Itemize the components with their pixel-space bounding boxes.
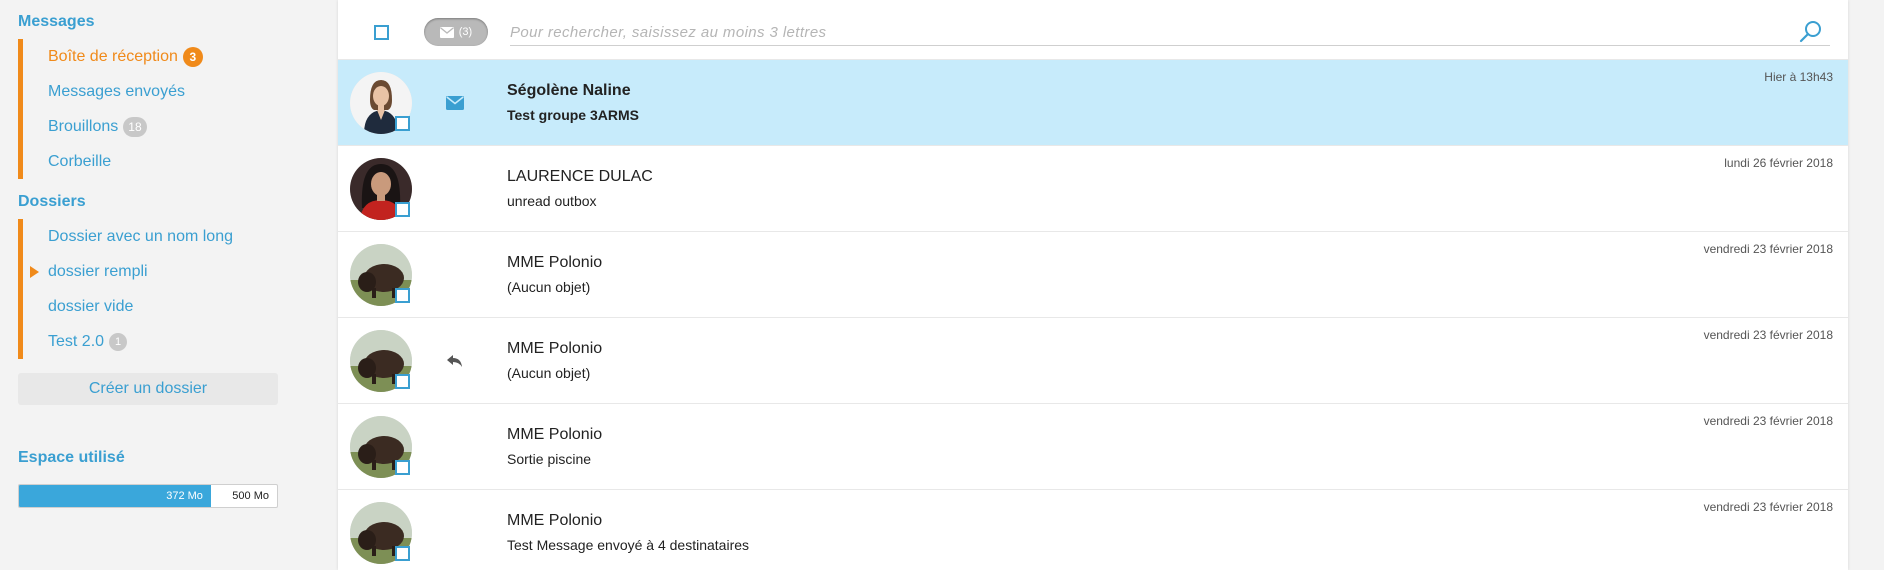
sidebar-item-folder-test[interactable]: Test 2.0 1 [23,324,278,359]
unread-count: (3) [458,26,473,38]
folder-count-badge: 1 [109,332,128,351]
storage-quota-fill: 372 Mo [19,485,211,507]
message-subject: (Aucun objet) [507,365,591,381]
message-row[interactable]: MME Polonio (Aucun objet) vendredi 23 fé… [338,318,1848,404]
message-row[interactable]: LAURENCE DULAC unread outbox lundi 26 fé… [338,146,1848,232]
message-subject: (Aucun objet) [507,279,591,295]
drafts-count-badge: 18 [123,116,147,137]
inbox-unread-badge: 3 [182,46,203,67]
sidebar-item-label: Boîte de réception [48,48,178,65]
row-checkbox[interactable] [395,202,410,217]
message-subject: Test Message envoyé à 4 destinataires [507,537,750,553]
create-folder-button[interactable]: Créer un dossier [18,373,278,405]
message-sender: LAURENCE DULAC [507,168,653,185]
message-subject: Test groupe 3ARMS [507,107,639,123]
select-all-checkbox[interactable] [374,25,389,40]
reply-icon [447,355,462,367]
message-date: vendredi 23 février 2018 [1703,328,1833,342]
folders-section-title: Dossiers [18,193,86,210]
messages-section-title: Messages [18,13,95,30]
sidebar-item-folder-empty[interactable]: dossier vide [23,289,278,324]
sidebar-item-folder-long-name[interactable]: Dossier avec un nom long [23,219,278,254]
row-checkbox[interactable] [395,116,410,131]
sidebar-item-label: Dossier avec un nom long [48,228,233,245]
message-sender: MME Polonio [507,254,603,271]
sidebar-item-label: dossier vide [48,298,134,315]
sidebar-item-label: Corbeille [48,153,112,170]
search-input[interactable] [510,19,1830,46]
folders-nav-group: Dossier avec un nom long dossier rempli … [18,219,278,359]
message-row[interactable]: MME Polonio Test Message envoyé à 4 dest… [338,490,1848,570]
message-row[interactable]: MME Polonio Sortie piscine vendredi 23 f… [338,404,1848,490]
message-date: vendredi 23 février 2018 [1703,414,1833,428]
envelope-icon [446,96,464,110]
message-subject: unread outbox [507,193,597,209]
space-used-title: Espace utilisé [18,449,125,466]
message-row[interactable]: Ségolène Naline Test groupe 3ARMS Hier à… [338,60,1848,146]
sidebar-item-drafts[interactable]: Brouillons 18 [23,109,278,144]
message-sender: MME Polonio [507,512,603,529]
message-sender: MME Polonio [507,340,603,357]
storage-quota-bar: 372 Mo 500 Mo [18,484,278,508]
storage-quota-total: 500 Mo [232,490,269,502]
row-checkbox[interactable] [395,374,410,389]
row-checkbox[interactable] [395,288,410,303]
sidebar-item-sent[interactable]: Messages envoyés [23,74,278,109]
envelope-icon [439,26,454,38]
unread-filter-toggle[interactable]: (3) [424,18,488,46]
row-checkbox[interactable] [395,546,410,561]
sidebar-item-label: Brouillons [48,118,119,135]
sidebar-item-label: Messages envoyés [48,83,185,100]
message-row[interactable]: MME Polonio (Aucun objet) vendredi 23 fé… [338,232,1848,318]
message-sender: MME Polonio [507,426,603,443]
sidebar-item-label: dossier rempli [48,263,148,280]
sidebar: Messages Boîte de réception 3 Messages e… [0,0,300,570]
sidebar-item-trash[interactable]: Corbeille [23,144,278,179]
sidebar-item-label: Test 2.0 [48,333,105,350]
message-list-panel: (3) Sé [338,0,1848,570]
search-icon[interactable] [1798,19,1824,45]
message-date: Hier à 13h43 [1764,70,1833,84]
expand-caret-icon[interactable] [30,266,39,278]
sidebar-item-folder-filled[interactable]: dossier rempli [23,254,278,289]
row-checkbox[interactable] [395,460,410,475]
sidebar-item-inbox[interactable]: Boîte de réception 3 [23,39,278,74]
message-toolbar: (3) [338,0,1848,60]
message-date: lundi 26 février 2018 [1724,156,1833,170]
message-date: vendredi 23 février 2018 [1703,242,1833,256]
mail-nav-group: Boîte de réception 3 Messages envoyés Br… [18,39,278,179]
message-sender: Ségolène Naline [507,82,631,99]
message-date: vendredi 23 février 2018 [1703,500,1833,514]
message-subject: Sortie piscine [507,451,592,467]
